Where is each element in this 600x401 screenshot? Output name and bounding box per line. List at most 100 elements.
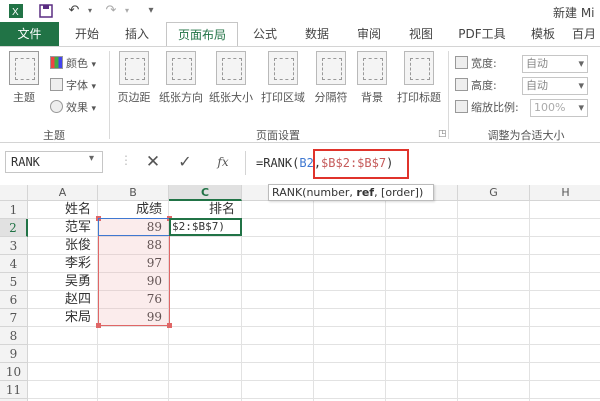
cell[interactable] [28, 363, 98, 381]
cell[interactable] [530, 273, 600, 291]
header-cell-rank[interactable]: 排名 [169, 201, 242, 219]
cancel-entry-icon[interactable]: ✕ [140, 151, 166, 173]
cell[interactable] [314, 327, 386, 345]
worksheet-grid[interactable]: A B C D E F G H 123456789101112 姓名成绩排名范军… [0, 185, 600, 401]
header-cell-name[interactable]: 姓名 [28, 201, 98, 219]
cell[interactable] [169, 345, 242, 363]
customize-quick-access-icon[interactable]: ▾ [143, 3, 159, 19]
redo-icon[interactable]: ↷ [103, 3, 119, 19]
cell[interactable] [98, 363, 169, 381]
cell[interactable] [458, 255, 530, 273]
cell[interactable] [530, 201, 600, 219]
size-button[interactable]: 纸张大小 [206, 51, 256, 105]
cell[interactable] [169, 363, 242, 381]
margins-button[interactable]: 页边距 [112, 51, 156, 105]
cell[interactable] [386, 291, 458, 309]
cell[interactable] [242, 309, 314, 327]
cell[interactable] [386, 255, 458, 273]
cell[interactable] [314, 309, 386, 327]
cell[interactable] [242, 363, 314, 381]
cell-name[interactable]: 范军 [28, 219, 98, 237]
cell[interactable] [28, 327, 98, 345]
cell[interactable] [530, 345, 600, 363]
cell[interactable] [169, 381, 242, 399]
cell[interactable] [386, 219, 458, 237]
cell[interactable] [458, 291, 530, 309]
tab-review[interactable]: 审阅 [348, 22, 390, 46]
cell[interactable] [28, 345, 98, 363]
breaks-button[interactable]: 分隔符 [310, 51, 352, 105]
column-header-g[interactable]: G [458, 185, 530, 201]
cell[interactable] [386, 309, 458, 327]
orientation-button[interactable]: 纸张方向 [156, 51, 206, 105]
active-cell-c2[interactable]: $2:$B$7) [169, 218, 242, 236]
cell[interactable] [458, 201, 530, 219]
range-handle[interactable] [96, 323, 101, 328]
cell[interactable] [169, 309, 242, 327]
fonts-button[interactable]: 字体 ▾ [50, 77, 96, 95]
cell[interactable] [458, 381, 530, 399]
cell[interactable] [314, 255, 386, 273]
cell[interactable] [242, 291, 314, 309]
cell[interactable] [98, 381, 169, 399]
cell[interactable] [314, 345, 386, 363]
cell-name[interactable]: 赵四 [28, 291, 98, 309]
tab-insert[interactable]: 插入 [116, 22, 158, 46]
row-header[interactable]: 4 [0, 255, 28, 273]
themes-button[interactable]: 主题 [2, 51, 46, 105]
cell[interactable] [386, 327, 458, 345]
cell[interactable] [314, 363, 386, 381]
page-setup-launcher-icon[interactable]: ◳ [438, 129, 447, 139]
tab-baidu[interactable]: 百月 [572, 22, 600, 46]
row-header[interactable]: 2 [0, 219, 28, 237]
cell[interactable] [242, 237, 314, 255]
cell-name[interactable]: 宋局 [28, 309, 98, 327]
cell[interactable] [169, 237, 242, 255]
background-button[interactable]: 背景 [352, 51, 392, 105]
cell[interactable] [458, 237, 530, 255]
print-area-button[interactable]: 打印区域 [257, 51, 309, 105]
column-header-b[interactable]: B [98, 185, 169, 201]
cell[interactable] [530, 219, 600, 237]
cell[interactable] [98, 327, 169, 345]
row-header[interactable]: 6 [0, 291, 28, 309]
select-all-corner[interactable] [0, 185, 28, 201]
cell[interactable] [386, 237, 458, 255]
tab-pdf-tools[interactable]: PDF工具 [452, 22, 512, 46]
cell[interactable] [458, 363, 530, 381]
row-header[interactable]: 8 [0, 327, 28, 345]
cell[interactable] [28, 381, 98, 399]
cell[interactable] [386, 345, 458, 363]
cell[interactable] [169, 255, 242, 273]
cell[interactable] [530, 309, 600, 327]
cell[interactable] [458, 345, 530, 363]
cell[interactable] [242, 219, 314, 237]
column-header-c[interactable]: C [169, 185, 242, 201]
cell[interactable] [530, 255, 600, 273]
cell[interactable] [530, 327, 600, 345]
tab-formulas[interactable]: 公式 [244, 22, 286, 46]
cell[interactable] [242, 345, 314, 363]
cell[interactable] [314, 291, 386, 309]
width-select[interactable]: 自动 [522, 55, 588, 73]
tab-templates[interactable]: 模板 [522, 22, 564, 46]
enter-entry-icon[interactable]: ✓ [172, 151, 198, 173]
cell[interactable] [458, 273, 530, 291]
cell[interactable] [98, 345, 169, 363]
effects-button[interactable]: 效果 ▾ [50, 99, 96, 117]
cell[interactable] [242, 381, 314, 399]
cell[interactable] [314, 219, 386, 237]
header-cell-score[interactable]: 成绩 [98, 201, 169, 219]
row-header[interactable]: 7 [0, 309, 28, 327]
cell[interactable] [242, 201, 314, 219]
tab-file[interactable]: 文件 [0, 22, 59, 46]
tab-data[interactable]: 数据 [296, 22, 338, 46]
cell[interactable] [458, 309, 530, 327]
colors-button[interactable]: 颜色 ▾ [50, 55, 96, 73]
save-icon[interactable] [38, 3, 54, 19]
tab-home[interactable]: 开始 [66, 22, 108, 46]
row-header[interactable]: 11 [0, 381, 28, 399]
tab-page-layout[interactable]: 页面布局 [166, 22, 238, 47]
row-header[interactable]: 5 [0, 273, 28, 291]
scale-input[interactable]: 100% [530, 99, 588, 117]
